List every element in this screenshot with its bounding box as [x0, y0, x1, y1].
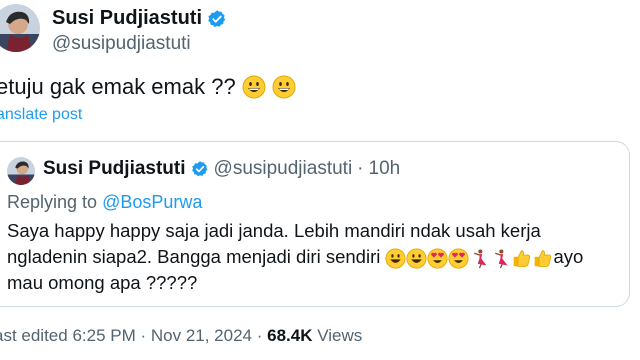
grinning-face-emoji-icon: [242, 75, 266, 99]
thumbs-up-emoji-icon: [511, 248, 532, 269]
replying-to-label: Replying to: [7, 192, 103, 212]
meta-separator: ·: [357, 158, 364, 179]
quoted-author-name[interactable]: Susi Pudjiastuti: [43, 158, 186, 180]
replying-to-line: Replying to @BosPurwa: [7, 192, 202, 213]
verified-badge-icon: [191, 160, 209, 178]
quoted-tweet-body: Saya happy happy saja jadi janda. Lebih …: [7, 218, 607, 296]
verified-badge-icon: [207, 9, 227, 29]
quoted-timestamp[interactable]: 10h: [369, 158, 401, 180]
heart-eyes-emoji-icon: [448, 248, 470, 269]
author-handle[interactable]: @susipudjiastuti: [52, 33, 191, 55]
grinning-face-emoji-icon: [272, 75, 296, 99]
dancer-emoji-icon: [469, 248, 490, 269]
heart-eyes-emoji-icon: [427, 248, 449, 269]
views-count: 68.4K: [267, 326, 313, 345]
quoted-author-handle[interactable]: @susipudjiastuti: [214, 158, 353, 180]
author-name[interactable]: Susi Pudjiastuti: [52, 7, 202, 30]
quoted-author-avatar[interactable]: [7, 157, 35, 185]
tweet-meta-footer: ast edited 6:25 PM · Nov 21, 2024 · 68.4…: [0, 326, 362, 346]
views-label: Views: [312, 326, 363, 345]
dancer-emoji-icon: [490, 248, 511, 269]
reply-mention-link[interactable]: @BosPurwa: [102, 192, 202, 212]
grinning-face-emoji-icon: [406, 248, 428, 269]
tweet-text: etuju gak emak emak ??: [0, 74, 296, 100]
translate-post-link[interactable]: anslate post: [0, 106, 82, 124]
quoted-tweet-card[interactable]: Susi Pudjiastuti @susipudjiastuti · 10h …: [0, 141, 630, 307]
author-avatar[interactable]: [0, 4, 40, 52]
edited-timestamp[interactable]: ast edited 6:25 PM · Nov 21, 2024 ·: [0, 326, 267, 345]
thumbs-up-emoji-icon: [532, 248, 553, 269]
grinning-face-emoji-icon: [385, 248, 407, 269]
tweet-text-content: etuju gak emak emak ??: [0, 74, 236, 99]
